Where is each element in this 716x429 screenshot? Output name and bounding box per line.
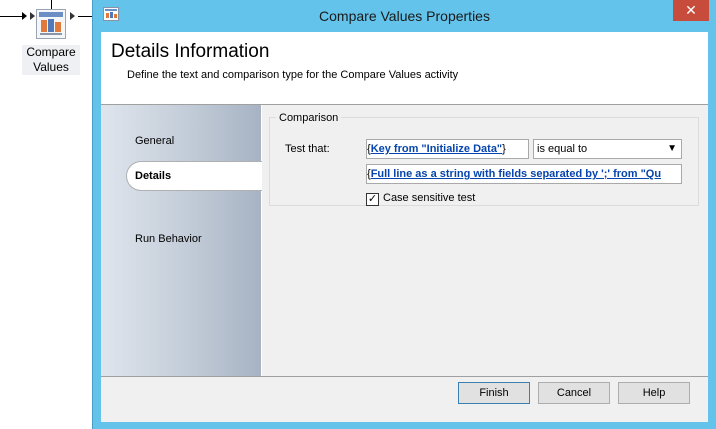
input-port-icon: [30, 12, 35, 20]
header-subtitle: Define the text and comparison type for …: [127, 69, 459, 81]
case-sensitive-checkbox[interactable]: ✓: [366, 193, 379, 206]
properties-dialog: Compare Values Properties ✕ Details Info…: [92, 0, 716, 429]
output-port-icon: [70, 12, 75, 20]
dialog-header: Details Information Define the text and …: [101, 32, 708, 105]
dialog-titlebar[interactable]: Compare Values Properties ✕: [93, 0, 716, 32]
compare-values-activity-icon[interactable]: [36, 9, 66, 39]
connector-line-right: [78, 16, 92, 17]
nav-item-general[interactable]: General: [135, 135, 174, 147]
details-content: Comparison Test that: {Key from "Initial…: [262, 105, 708, 376]
finish-button[interactable]: Finish: [458, 382, 530, 404]
nav-panel: General Details Run Behavior: [101, 105, 262, 376]
nav-item-run-behavior[interactable]: Run Behavior: [135, 233, 202, 245]
nav-item-details[interactable]: Details: [126, 161, 262, 191]
test-that-label: Test that:: [285, 143, 330, 155]
close-button[interactable]: ✕: [673, 0, 709, 21]
connector-line-vertical: [51, 0, 52, 9]
cancel-button[interactable]: Cancel: [538, 382, 610, 404]
first-value-link[interactable]: Key from "Initialize Data": [371, 143, 502, 155]
first-value-field[interactable]: {Key from "Initialize Data"}: [366, 139, 529, 159]
help-button[interactable]: Help: [618, 382, 690, 404]
operator-value: is equal to: [537, 143, 588, 155]
connector-arrow-icon: [22, 12, 27, 20]
second-value-field[interactable]: {Full line as a string with fields separ…: [366, 164, 682, 184]
activity-label[interactable]: Compare Values: [22, 45, 80, 75]
comparison-group-title: Comparison: [276, 112, 342, 124]
dialog-client-area: Details Information Define the text and …: [101, 32, 708, 422]
header-title: Details Information: [111, 41, 270, 62]
connector-line-left: [0, 16, 22, 17]
comparison-group: Comparison Test that: {Key from "Initial…: [269, 112, 699, 206]
dialog-footer: Finish Cancel Help: [101, 376, 708, 422]
operator-dropdown[interactable]: is equal to ▼: [533, 139, 682, 159]
case-sensitive-label[interactable]: Case sensitive test: [383, 192, 475, 204]
dialog-title: Compare Values Properties: [319, 8, 490, 24]
second-value-link[interactable]: Full line as a string with fields separa…: [371, 168, 661, 180]
chevron-down-icon: ▼: [667, 143, 677, 154]
